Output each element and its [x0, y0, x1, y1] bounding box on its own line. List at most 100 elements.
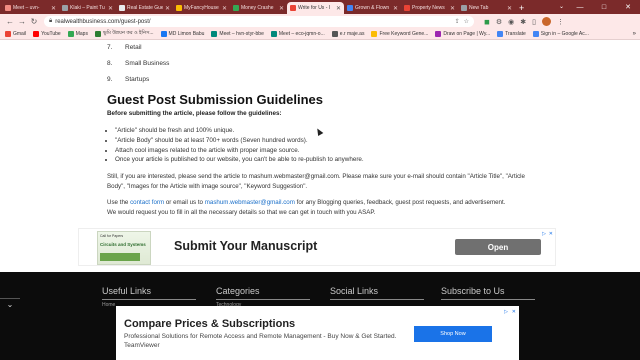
- browser-tab[interactable]: Property News ✕: [401, 2, 458, 14]
- close-tab-icon[interactable]: ✕: [165, 5, 170, 12]
- tab-title: Property News: [412, 5, 445, 11]
- close-tab-icon[interactable]: ✕: [336, 5, 341, 12]
- tab-strip: Meet – uvn- ✕ Klaki – Paint Tu ✕ Real Estate…: [0, 0, 640, 14]
- close-tab-icon[interactable]: ✕: [393, 5, 398, 12]
- minimize-button[interactable]: —: [568, 0, 592, 14]
- list-num: 8.: [107, 60, 113, 67]
- maximize-button[interactable]: □: [592, 0, 616, 14]
- footer-heading: Categories: [216, 286, 260, 296]
- bookmarks-more-icon[interactable]: »: [633, 31, 636, 37]
- browser-tab[interactable]: Klaki – Paint Tu ✕: [59, 2, 116, 14]
- footer-divider: [441, 299, 535, 300]
- bookmark-item[interactable]: Meet – eco-jqmn-o...: [270, 30, 325, 38]
- close-window-button[interactable]: ✕: [616, 0, 640, 14]
- ad-close-icon[interactable]: ✕: [512, 309, 516, 315]
- close-tab-icon[interactable]: ✕: [51, 5, 56, 12]
- bookmark-label: MD Limon Babu: [168, 31, 205, 37]
- bottom-ad-banner[interactable]: Compare Prices & Subscriptions Professio…: [116, 306, 519, 360]
- tab-title: Money Crashe: [241, 5, 274, 11]
- bookmark-favicon-icon: [435, 31, 442, 37]
- bookmarks-bar: Gmail YouTube Maps ভুমি উন্নয়ন কর ও ইনিস..…: [0, 29, 640, 40]
- email-link[interactable]: mashum.webmaster@gmail.com: [205, 199, 295, 206]
- bookmark-favicon-icon: [270, 31, 277, 37]
- contact-form-link[interactable]: contact form: [130, 199, 164, 206]
- bookmark-favicon-icon: [331, 31, 338, 37]
- bookmark-item[interactable]: Maps: [67, 30, 88, 38]
- browser-tab[interactable]: Real Estate Gue ✕: [116, 2, 173, 14]
- list-num: 7.: [107, 44, 113, 51]
- browser-tab[interactable]: Grown & Flown ✕: [344, 2, 401, 14]
- ad-banner[interactable]: Call for Papers Circuits and Systems Sub…: [78, 228, 556, 266]
- gear-icon[interactable]: ⚙: [496, 18, 502, 26]
- bookmark-favicon-icon: [497, 31, 504, 37]
- bookmark-item[interactable]: MD Limon Babu: [160, 30, 205, 38]
- browser-tab[interactable]: Write for Us - I ✕: [287, 2, 344, 14]
- guidelines-list: "Article" should be fresh and 100% uniqu…: [115, 126, 537, 165]
- guideline-item: "Article Body" should be at least 700+ w…: [115, 136, 537, 146]
- bookmark-item[interactable]: ভুমি উন্নয়ন কর ও ইনিস...: [94, 30, 154, 38]
- bookmark-favicon-icon: [160, 31, 167, 37]
- profile-avatar[interactable]: [541, 17, 551, 26]
- browser-tab[interactable]: New Tab ✕: [458, 2, 515, 14]
- address-bar[interactable]: 🔒︎ realwealthbusiness.com/guest-post/ ⇪ …: [44, 16, 474, 27]
- category-list: 7. Retail 8. Small Business 9. Startups: [107, 40, 537, 88]
- forward-icon[interactable]: →: [16, 17, 28, 26]
- url-text: realwealthbusiness.com/guest-post/: [55, 18, 151, 25]
- footer-social-links: Social Links: [330, 286, 424, 300]
- ad-info-icon[interactable]: ▷: [542, 231, 546, 237]
- browser-tab[interactable]: Money Crashe ✕: [230, 2, 287, 14]
- bookmark-favicon-icon: [371, 31, 378, 37]
- bookmark-item[interactable]: Gmail: [5, 30, 26, 38]
- footer-categories: Categories Technology: [216, 286, 310, 308]
- tab-favicon-icon: [176, 5, 182, 11]
- footer-divider: [102, 299, 196, 300]
- footer-heading: Social Links: [330, 286, 379, 296]
- share-icon[interactable]: ⇪: [455, 18, 460, 25]
- ad-thumb-label: Call for Papers: [100, 234, 124, 238]
- reload-icon[interactable]: ↻: [28, 17, 40, 26]
- browser-tab[interactable]: MyFancyHouse ✕: [173, 2, 230, 14]
- collapse-ad-chevron-icon[interactable]: ⌄: [0, 298, 20, 310]
- close-tab-icon[interactable]: ✕: [507, 5, 512, 12]
- bookmark-label: ভুমি উন্নয়ন কর ও ইনিস...: [102, 30, 154, 36]
- bookmark-item[interactable]: Translate: [497, 30, 526, 38]
- bookmark-item[interactable]: Sign in – Google Ac...: [532, 30, 589, 38]
- bookmark-item[interactable]: e.r maje.as: [331, 30, 364, 38]
- text-span: or email us to: [165, 199, 203, 207]
- tab-title: Real Estate Gue: [127, 5, 163, 11]
- section-heading: Guest Post Submission Guidelines: [107, 92, 323, 107]
- guidelines-lead: Before submitting the article, please fo…: [107, 110, 282, 117]
- ad-close-icon[interactable]: ✕: [549, 231, 553, 237]
- bookmark-item[interactable]: Meet – hvn-styr-bbe: [211, 30, 264, 38]
- color-picker-icon[interactable]: ◉: [508, 18, 514, 26]
- close-tab-icon[interactable]: ✕: [108, 5, 113, 12]
- close-tab-icon[interactable]: ✕: [279, 5, 284, 12]
- puzzle-icon[interactable]: ✱: [520, 18, 526, 26]
- tab-search-icon[interactable]: ⌄: [559, 3, 564, 10]
- back-icon[interactable]: ←: [4, 17, 16, 26]
- guideline-item: Once your article is published to our we…: [115, 155, 537, 165]
- sidebar-icon[interactable]: ▯: [532, 18, 536, 26]
- bookmark-item[interactable]: YouTube: [33, 30, 61, 38]
- bookmark-item[interactable]: Draw on Page | Wy...: [435, 30, 490, 38]
- text-span: Use the: [107, 199, 129, 207]
- list-item: 7. Retail: [107, 40, 537, 56]
- list-item: 9. Startups: [107, 72, 537, 88]
- shop-now-button[interactable]: Shop Now: [414, 326, 492, 342]
- tab-favicon-icon: [347, 5, 353, 11]
- extension-icon[interactable]: ◼: [484, 18, 490, 26]
- close-tab-icon[interactable]: ✕: [450, 5, 455, 12]
- ad-thumb-title: Circuits and Systems: [100, 242, 146, 247]
- close-tab-icon[interactable]: ✕: [222, 5, 227, 12]
- list-item: 8. Small Business: [107, 56, 537, 72]
- ad-info-icon[interactable]: ▷: [504, 309, 508, 315]
- ad-open-button[interactable]: Open: [455, 239, 541, 255]
- bookmark-item[interactable]: Free Keyword Gene...: [371, 30, 428, 38]
- new-tab-button[interactable]: +: [519, 3, 524, 13]
- lock-icon[interactable]: 🔒︎: [49, 18, 52, 25]
- bookmark-star-icon[interactable]: ☆: [464, 18, 469, 25]
- browser-tab[interactable]: Meet – uvn- ✕: [2, 2, 59, 14]
- tab-favicon-icon: [290, 5, 296, 11]
- bookmark-favicon-icon: [5, 31, 11, 37]
- menu-icon[interactable]: ⋮: [557, 18, 564, 26]
